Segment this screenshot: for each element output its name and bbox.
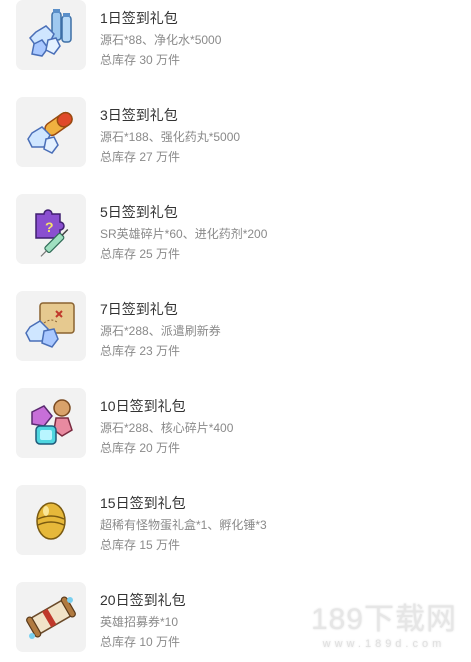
gift-stock: 总库存 15 万件 [100, 538, 181, 552]
watermark-url: www.189d.com [322, 638, 446, 650]
gift-stock: 总库存 30 万件 [100, 53, 181, 67]
gift-title: 3日签到礼包 [100, 107, 178, 123]
gift-item[interactable]: 1日签到礼包 源石*88、净化水*5000 总库存 30 万件 [0, 0, 471, 74]
gift-stock: 总库存 20 万件 [100, 441, 181, 455]
gift-title: 1日签到礼包 [100, 10, 178, 26]
gift-description: 源石*88、净化水*5000 [100, 33, 222, 47]
gift-stock: 总库存 25 万件 [100, 247, 181, 261]
gems-cores-icon [16, 388, 86, 458]
gift-title: 10日签到礼包 [100, 398, 186, 414]
site-watermark: 189下载网 www.189d.com [311, 594, 457, 650]
scroll-ticket-icon [16, 582, 86, 652]
gift-description: 源石*188、强化药丸*5000 [100, 130, 241, 144]
golden-egg-icon [16, 485, 86, 555]
gift-title: 5日签到礼包 [100, 204, 178, 220]
crystals-pill-icon [16, 97, 86, 167]
gift-title: 20日签到礼包 [100, 592, 186, 608]
gift-item[interactable]: 15日签到礼包 超稀有怪物蛋礼盒*1、孵化锤*3 总库存 15 万件 [0, 485, 471, 559]
puzzle-syringe-icon: ? [16, 194, 86, 264]
watermark-main: 189下载网 [310, 603, 457, 636]
svg-text:?: ? [45, 219, 54, 235]
gift-title: 15日签到礼包 [100, 495, 186, 511]
gift-item[interactable]: 3日签到礼包 源石*188、强化药丸*5000 总库存 27 万件 [0, 97, 471, 171]
crystals-water-bottles-icon [16, 0, 86, 70]
crystals-map-icon [16, 291, 86, 361]
gift-description: 源石*288、派遣刷新券 [100, 324, 221, 338]
gift-description: 英雄招募券*10 [100, 615, 179, 629]
gift-description: 超稀有怪物蛋礼盒*1、孵化锤*3 [100, 518, 267, 532]
gift-description: 源石*288、核心碎片*400 [100, 421, 234, 435]
gift-stock: 总库存 23 万件 [100, 344, 181, 358]
gift-stock: 总库存 10 万件 [100, 635, 181, 649]
gift-stock: 总库存 27 万件 [100, 150, 181, 164]
gift-description: SR英雄碎片*60、进化药剂*200 [100, 227, 268, 241]
gift-item[interactable]: 10日签到礼包 源石*288、核心碎片*400 总库存 20 万件 [0, 388, 471, 462]
gift-title: 7日签到礼包 [100, 301, 178, 317]
gift-item[interactable]: 7日签到礼包 源石*288、派遣刷新券 总库存 23 万件 [0, 291, 471, 365]
gift-item[interactable]: ? 5日签到礼包 SR英雄碎片*60、进化药剂*200 总库存 25 万件 [0, 194, 471, 268]
